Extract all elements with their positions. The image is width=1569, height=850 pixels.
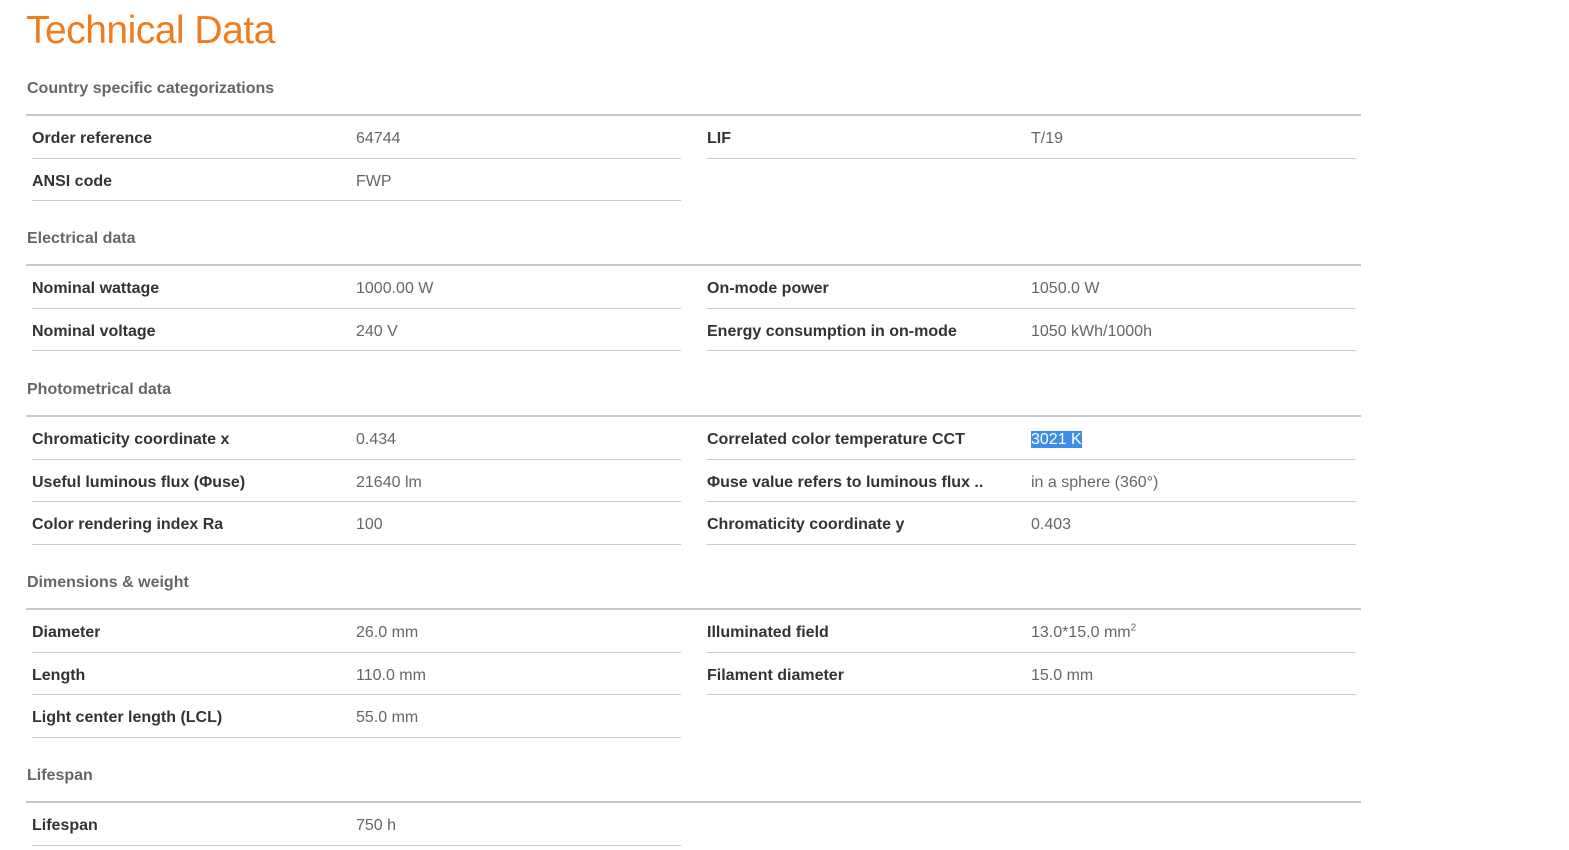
spec-column-right: On-mode power 1050.0 W Energy consumption …: [707, 266, 1356, 351]
spec-row: Order reference 64744: [32, 116, 681, 159]
spec-label: Useful luminous flux (Φuse): [32, 473, 246, 491]
spec-value-text: 100: [356, 516, 383, 533]
spec-value-text: 21640 lm: [356, 473, 422, 491]
spec-row: Correlated color temperature CCT 3021 K: [707, 417, 1356, 460]
spec-row: Nominal wattage 1000.00 W: [32, 266, 681, 309]
spec-value-superscript: 2: [1130, 622, 1137, 634]
spec-value-text: 1050.0 W: [1031, 280, 1100, 297]
spec-label: ANSI code: [32, 172, 113, 190]
spec-label: Chromaticity coordinate y: [707, 516, 905, 533]
spec-row: Color rendering index Ra 100: [32, 502, 681, 545]
spec-value-text: 26.0 mm: [356, 624, 419, 641]
page-title: Technical Data: [26, 9, 275, 52]
spec-row: Chromaticity coordinate x 0.434: [32, 417, 681, 460]
section-title: Electrical data: [27, 230, 136, 247]
spec-value[interactable]: 240 V: [356, 309, 398, 354]
spec-value[interactable]: 1050.0 W: [1031, 266, 1099, 311]
spec-value[interactable]: 3021 K: [1031, 417, 1082, 462]
spec-column-left: Lifespan 750 h: [32, 803, 681, 846]
spec-row: Nominal voltage 240 V: [32, 309, 681, 354]
spec-value-text: 240 V: [356, 322, 398, 340]
spec-value[interactable]: 1050 kWh/1000h: [1031, 309, 1152, 354]
spec-column-right: Correlated color temperature CCT 3021 K Φu…: [707, 417, 1356, 545]
spec-value[interactable]: 21640 lm: [356, 460, 422, 505]
spec-row: ANSI code FWP: [32, 159, 681, 204]
spec-value[interactable]: 0.434: [356, 417, 396, 462]
section-title: Country specific categorizations: [27, 80, 275, 97]
spec-label: Order reference: [32, 130, 153, 147]
spec-row: Filament diameter 15.0 mm: [707, 653, 1356, 698]
spec-value-text: in a sphere (360°): [1031, 473, 1159, 491]
spec-value-text: T/19: [1031, 130, 1064, 147]
spec-row: Chromaticity coordinate y 0.403: [707, 502, 1356, 545]
spec-label: Length: [32, 666, 86, 684]
spec-value-text: 1050 kWh/1000h: [1031, 322, 1152, 340]
spec-row: Illuminated field 13.0*15.0 mm2: [707, 610, 1356, 653]
spec-value[interactable]: in a sphere (360°): [1031, 460, 1158, 505]
spec-value[interactable]: 0.403: [1031, 502, 1071, 547]
spec-value-text: FWP: [356, 172, 392, 190]
spec-value-text: 55.0 mm: [356, 709, 419, 726]
spec-row: Diameter 26.0 mm: [32, 610, 681, 653]
spec-row: Length 110.0 mm: [32, 653, 681, 698]
spec-value-text: 0.403: [1031, 516, 1072, 533]
spec-value[interactable]: 100: [356, 502, 383, 547]
spec-row: Energy consumption in on-mode 1050 kWh/10…: [707, 309, 1356, 354]
spec-value[interactable]: FWP: [356, 159, 392, 204]
spec-label: Φuse value refers to luminous flux ..: [707, 473, 984, 491]
spec-label: LIF: [707, 130, 731, 147]
spec-value-text: 110.0 mm: [356, 666, 426, 684]
spec-row: On-mode power 1050.0 W: [707, 266, 1356, 309]
spec-label: Light center length (LCL): [32, 709, 223, 726]
spec-label: Lifespan: [32, 817, 98, 834]
spec-value[interactable]: 64744: [356, 116, 401, 161]
spec-value[interactable]: 13.0*15.0 mm2: [1031, 610, 1136, 655]
spec-column-right: LIF T/19: [707, 116, 1356, 159]
spec-value[interactable]: 110.0 mm: [356, 653, 426, 698]
spec-value-text: 3021 K: [1031, 431, 1082, 448]
spec-value[interactable]: 750 h: [356, 803, 396, 848]
spec-label: On-mode power: [707, 280, 829, 297]
spec-label: Energy consumption in on-mode: [707, 322, 957, 340]
spec-value-text: 13.0*15.0 mm: [1031, 624, 1131, 641]
spec-row: Light center length (LCL) 55.0 mm: [32, 695, 681, 738]
spec-label: Nominal wattage: [32, 280, 160, 297]
spec-value[interactable]: 15.0 mm: [1031, 653, 1093, 698]
spec-label: Illuminated field: [707, 624, 829, 641]
section-title: Photometrical data: [27, 381, 172, 398]
spec-value[interactable]: 26.0 mm: [356, 610, 418, 655]
spec-row: Lifespan 750 h: [32, 803, 681, 846]
spec-value[interactable]: 55.0 mm: [356, 695, 418, 740]
section-title: Lifespan: [27, 767, 93, 784]
spec-column-left: Order reference 64744 ANSI code FWP: [32, 116, 681, 201]
section-title: Dimensions & weight: [27, 574, 189, 591]
spec-value-text: 750 h: [356, 817, 397, 834]
spec-value-text: 1000.00 W: [356, 280, 434, 297]
spec-label: Color rendering index Ra: [32, 516, 224, 533]
spec-column-right: Illuminated field 13.0*15.0 mm2 Filament d…: [707, 610, 1356, 695]
spec-column-left: Diameter 26.0 mm Length 110.0 mm Light cente…: [32, 610, 681, 738]
spec-value-text: 0.434: [356, 431, 397, 448]
spec-label: Correlated color temperature CCT: [707, 431, 965, 448]
spec-label: Nominal voltage: [32, 322, 156, 340]
spec-value[interactable]: 1000.00 W: [356, 266, 433, 311]
spec-label: Filament diameter: [707, 666, 844, 684]
spec-label: Chromaticity coordinate x: [32, 431, 230, 448]
spec-row: Φuse value refers to luminous flux .. in …: [707, 460, 1356, 505]
spec-value-text: 15.0 mm: [1031, 666, 1094, 684]
spec-row: Useful luminous flux (Φuse) 21640 lm: [32, 460, 681, 505]
spec-column-left: Chromaticity coordinate x 0.434 Useful lum…: [32, 417, 681, 545]
spec-value-text: 64744: [356, 130, 401, 147]
spec-label: Diameter: [32, 624, 101, 641]
spec-row: LIF T/19: [707, 116, 1356, 159]
spec-column-left: Nominal wattage 1000.00 W Nominal voltage 2…: [32, 266, 681, 351]
spec-value[interactable]: T/19: [1031, 116, 1063, 161]
